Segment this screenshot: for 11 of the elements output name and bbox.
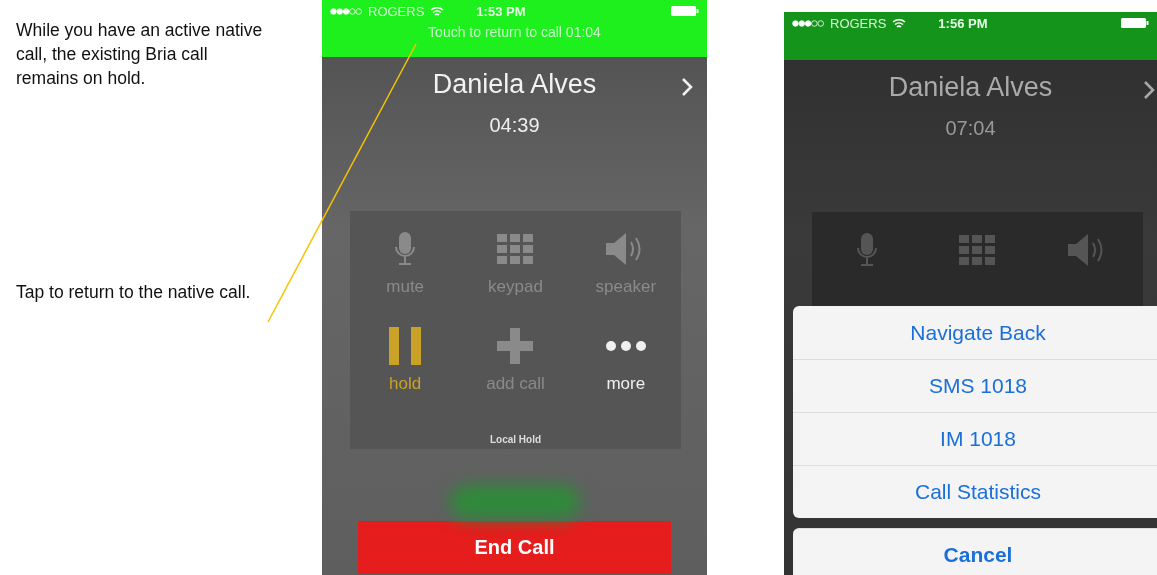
annotation-text: While you have an active native call, the existing Bria call remains on hold.: [16, 19, 264, 90]
call-timer: 07:04: [944, 116, 997, 141]
carrier-name: ROGERS: [830, 15, 887, 31]
hold-caption: Local Hold: [488, 434, 543, 445]
contact-name: Daniela Alves: [888, 72, 1053, 103]
carrier-name: ROGERS: [368, 3, 425, 19]
annotation-text: Tap to return to the native call.: [16, 281, 252, 304]
call-timer: 04:39: [488, 113, 541, 138]
status-time: 1:53 PM: [476, 3, 526, 19]
contact-name: Daniela Alves: [432, 69, 597, 100]
status-time: 1:56 PM: [938, 15, 988, 31]
